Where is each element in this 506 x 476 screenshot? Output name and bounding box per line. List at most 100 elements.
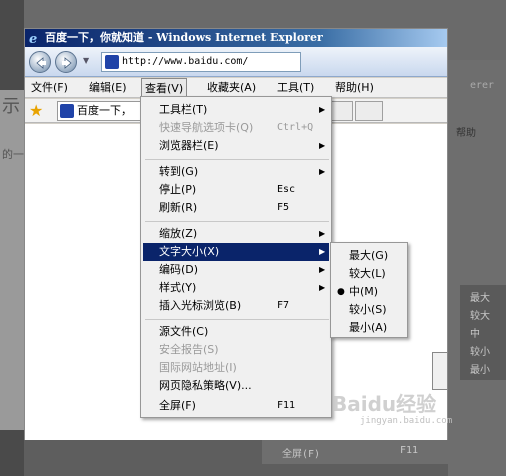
svg-text:e: e [29,32,37,45]
menu-item-label: 全屏(F) [159,399,196,412]
text-size-label: 较小(S) [349,303,387,316]
new-tab-button[interactable] [355,101,383,121]
menu-item-shortcut: Ctrl+Q [277,122,314,133]
menu-separator [145,319,329,320]
text-size-label: 最大(G) [349,249,389,262]
background-item: F11 [400,445,419,456]
menu-item-shortcut: F11 [277,400,296,411]
menu-item-label: 编码(D) [159,263,199,276]
menu-help[interactable]: 帮助(H) [335,78,374,98]
menu-item-shortcut: F7 [277,300,290,311]
favorites-star-icon[interactable]: ★ [29,103,45,119]
view-menu-item[interactable]: 缩放(Z) ▶ [143,225,329,243]
text-size-label: 中(M) [349,285,379,298]
menu-edit[interactable]: 编辑(E) [89,78,127,98]
menu-bar: 文件(F) 编辑(E) 查看(V) 收藏夹(A) 工具(T) 帮助(H) [25,78,447,98]
forward-arrow-icon [62,57,72,69]
background-menu-item: 较小 [470,347,490,358]
baidu-favicon-icon [105,55,119,69]
background-text: erer [470,80,495,91]
background-text: 示 [2,96,20,117]
submenu-arrow-icon: ▶ [319,229,326,238]
tab-placeholder[interactable] [331,101,353,121]
address-text: http://www.baidu.com/ [122,56,249,67]
view-menu-item[interactable]: 源文件(C) [143,323,329,341]
view-menu-item[interactable]: 编码(D) ▶ [143,261,329,279]
menu-item-label: 样式(Y) [159,281,197,294]
menu-file[interactable]: 文件(F) [31,78,68,98]
menu-item-label: 国际网站地址(I) [159,361,237,374]
view-menu-item[interactable]: 刷新(R) F5 [143,199,329,217]
history-dropdown-icon[interactable]: ▼ [83,56,89,65]
menu-item-label: 网页隐私策略(V)... [159,379,252,392]
view-menu: 工具栏(T) ▶ 快速导航选项卡(Q) Ctrl+Q 浏览器栏(E) ▶ 转到(G) ▶ 停止(… [140,96,332,418]
background-text: 的一 [2,148,24,161]
background-menu-item: 中 [470,329,480,340]
view-menu-item[interactable]: 转到(G) ▶ [143,163,329,181]
text-size-item[interactable]: 较小(S) [333,301,405,319]
navigation-bar: ▼ http://www.baidu.com/ [25,47,447,77]
text-size-item[interactable]: 较大(L) [333,265,405,283]
menu-separator [145,159,329,160]
back-button[interactable] [29,51,51,73]
view-menu-item: 国际网站地址(I) [143,359,329,377]
menu-item-label: 工具栏(T) [159,103,208,116]
background-menu-bottom: 全屏(F) F11 [262,440,448,464]
background-menu-item: 较大 [470,311,490,322]
title-bar[interactable]: e 百度一下，你就知道 - Windows Internet Explorer [25,29,447,47]
view-menu-item[interactable]: 停止(P) Esc [143,181,329,199]
text-size-label: 最小(A) [349,321,388,334]
watermark-url: jingyan.baidu.com [360,416,453,426]
forward-button[interactable] [55,51,77,73]
tab-baidu[interactable]: 百度一下， [57,101,147,121]
background-help: 帮助 [456,128,476,139]
window-title: 百度一下，你就知道 - Windows Internet Explorer [45,31,323,44]
tab-label: 百度一下， [77,104,132,117]
text-size-item[interactable]: 最小(A) [333,319,405,337]
address-bar[interactable]: http://www.baidu.com/ [101,52,301,72]
text-size-item[interactable]: ● 中(M) [333,283,405,301]
view-menu-item[interactable]: 工具栏(T) ▶ [143,101,329,119]
menu-item-label: 缩放(Z) [159,227,198,240]
submenu-arrow-icon: ▶ [319,105,326,114]
text-size-label: 较大(L) [349,267,386,280]
view-menu-item: 安全报告(S) [143,341,329,359]
menu-item-label: 源文件(C) [159,325,209,338]
menu-item-label: 浏览器栏(E) [159,139,219,152]
background-menu-item: 最小 [470,365,490,376]
view-menu-item[interactable]: 全屏(F) F11 [143,397,329,415]
submenu-arrow-icon: ▶ [319,283,326,292]
menu-item-shortcut: Esc [277,184,296,195]
radio-bullet-icon: ● [337,287,345,297]
background-menu: 最大 较大中较小 最小 [460,285,506,380]
view-menu-item: 快速导航选项卡(Q) Ctrl+Q [143,119,329,137]
menu-favorites[interactable]: 收藏夹(A) [207,78,256,98]
background-left: 示 的一 [0,0,24,476]
baidu-favicon-icon [60,104,74,118]
menu-tools[interactable]: 工具(T) [277,78,314,98]
text-size-item[interactable]: 最大(G) [333,247,405,265]
ie-logo-icon: e [28,31,42,47]
menu-view[interactable]: 查看(V) [141,78,188,98]
submenu-arrow-icon: ▶ [319,141,326,150]
menu-item-label: 停止(P) [159,183,197,196]
background-item: 全屏(F) [282,449,321,460]
view-menu-item[interactable]: 浏览器栏(E) ▶ [143,137,329,155]
submenu-arrow-icon: ▶ [319,167,326,176]
background-fragment [0,90,24,430]
menu-item-label: 刷新(R) [159,201,198,214]
menu-separator [145,221,329,222]
submenu-arrow-icon: ▶ [319,247,326,256]
view-menu-item[interactable]: 样式(Y) ▶ [143,279,329,297]
menu-item-label: 转到(G) [159,165,199,178]
menu-item-label: 快速导航选项卡(Q) [159,121,254,134]
view-menu-item[interactable]: 文字大小(X) ▶ [143,243,329,261]
watermark-logo: Baidu经验 [332,392,437,416]
background-right: 帮助 [448,60,506,476]
submenu-arrow-icon: ▶ [319,265,326,274]
menu-item-label: 插入光标浏览(B) [159,299,242,312]
menu-item-label: 文字大小(X) [159,245,220,258]
view-menu-item[interactable]: 网页隐私策略(V)... [143,377,329,395]
text-size-submenu: 最大(G) 较大(L) ● 中(M) 较小(S) 最小(A) [330,242,408,338]
view-menu-item[interactable]: 插入光标浏览(B) F7 [143,297,329,315]
